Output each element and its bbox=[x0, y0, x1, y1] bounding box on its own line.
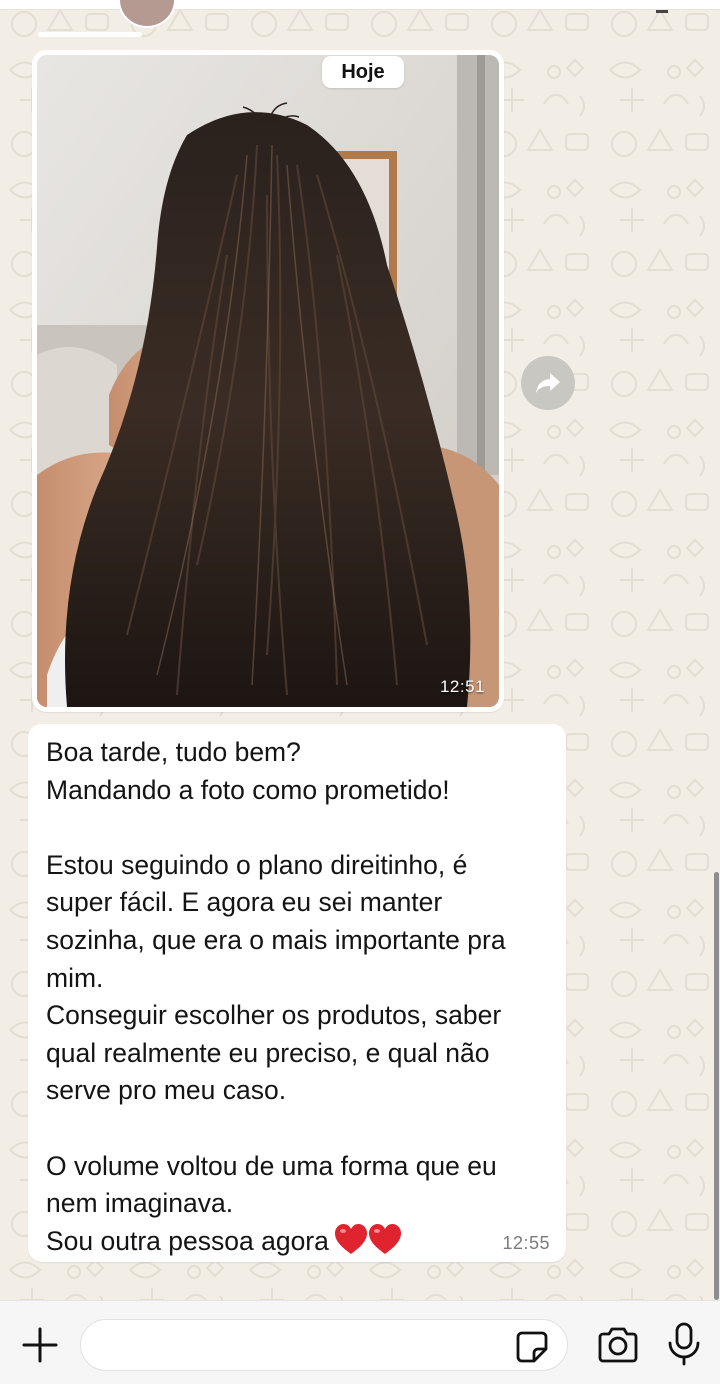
heart-emoji-icon bbox=[334, 1223, 401, 1267]
message-line: Mandando a foto como prometido! bbox=[46, 774, 450, 805]
message-line: super fácil. E agora eu sei manter bbox=[46, 887, 443, 918]
message-line bbox=[46, 809, 548, 847]
message-line: qual realmente eu preciso, e qual não bbox=[46, 1037, 490, 1068]
sticker-icon[interactable] bbox=[514, 1329, 550, 1365]
scrollbar[interactable] bbox=[714, 872, 719, 1300]
microphone-icon[interactable] bbox=[664, 1321, 704, 1367]
message-line bbox=[46, 1110, 548, 1148]
message-line: O volume voltou de uma forma que eu bbox=[46, 1150, 497, 1181]
message-line: Boa tarde, tudo bem? bbox=[46, 737, 301, 767]
previous-message-edge bbox=[38, 32, 142, 37]
message-last-line: Sou outra pessoa agora bbox=[46, 1223, 548, 1261]
forward-arrow-icon bbox=[536, 373, 560, 393]
header-divider bbox=[656, 10, 668, 13]
message-line: serve pro meu caso. bbox=[46, 1075, 287, 1106]
photo-image bbox=[37, 55, 499, 707]
message-line: nem imaginava. bbox=[46, 1188, 234, 1219]
date-separator: Hoje bbox=[322, 56, 404, 88]
photo-message-bubble[interactable]: 12:51 bbox=[32, 50, 504, 712]
hair-photo[interactable]: 12:51 bbox=[37, 55, 499, 707]
forward-button[interactable] bbox=[521, 356, 575, 410]
camera-icon[interactable] bbox=[596, 1325, 640, 1365]
text-message-bubble[interactable]: Boa tarde, tudo bem? Mandando a foto com… bbox=[28, 724, 566, 1262]
photo-timestamp: 12:51 bbox=[439, 677, 485, 696]
message-composer bbox=[0, 1300, 720, 1384]
plus-icon[interactable] bbox=[20, 1325, 60, 1365]
message-line: Estou seguindo o plano direitinho, é bbox=[46, 849, 468, 880]
message-line: sozinha, que era o mais importante pra bbox=[46, 924, 506, 955]
message-timestamp: 12:55 bbox=[502, 1233, 550, 1253]
message-line: Conseguir escolher os produtos, saber bbox=[46, 1000, 502, 1031]
message-line: mim. bbox=[46, 962, 104, 993]
message-input[interactable] bbox=[80, 1319, 568, 1371]
header-edge bbox=[0, 0, 720, 10]
message-line: Sou outra pessoa agora bbox=[46, 1225, 329, 1256]
